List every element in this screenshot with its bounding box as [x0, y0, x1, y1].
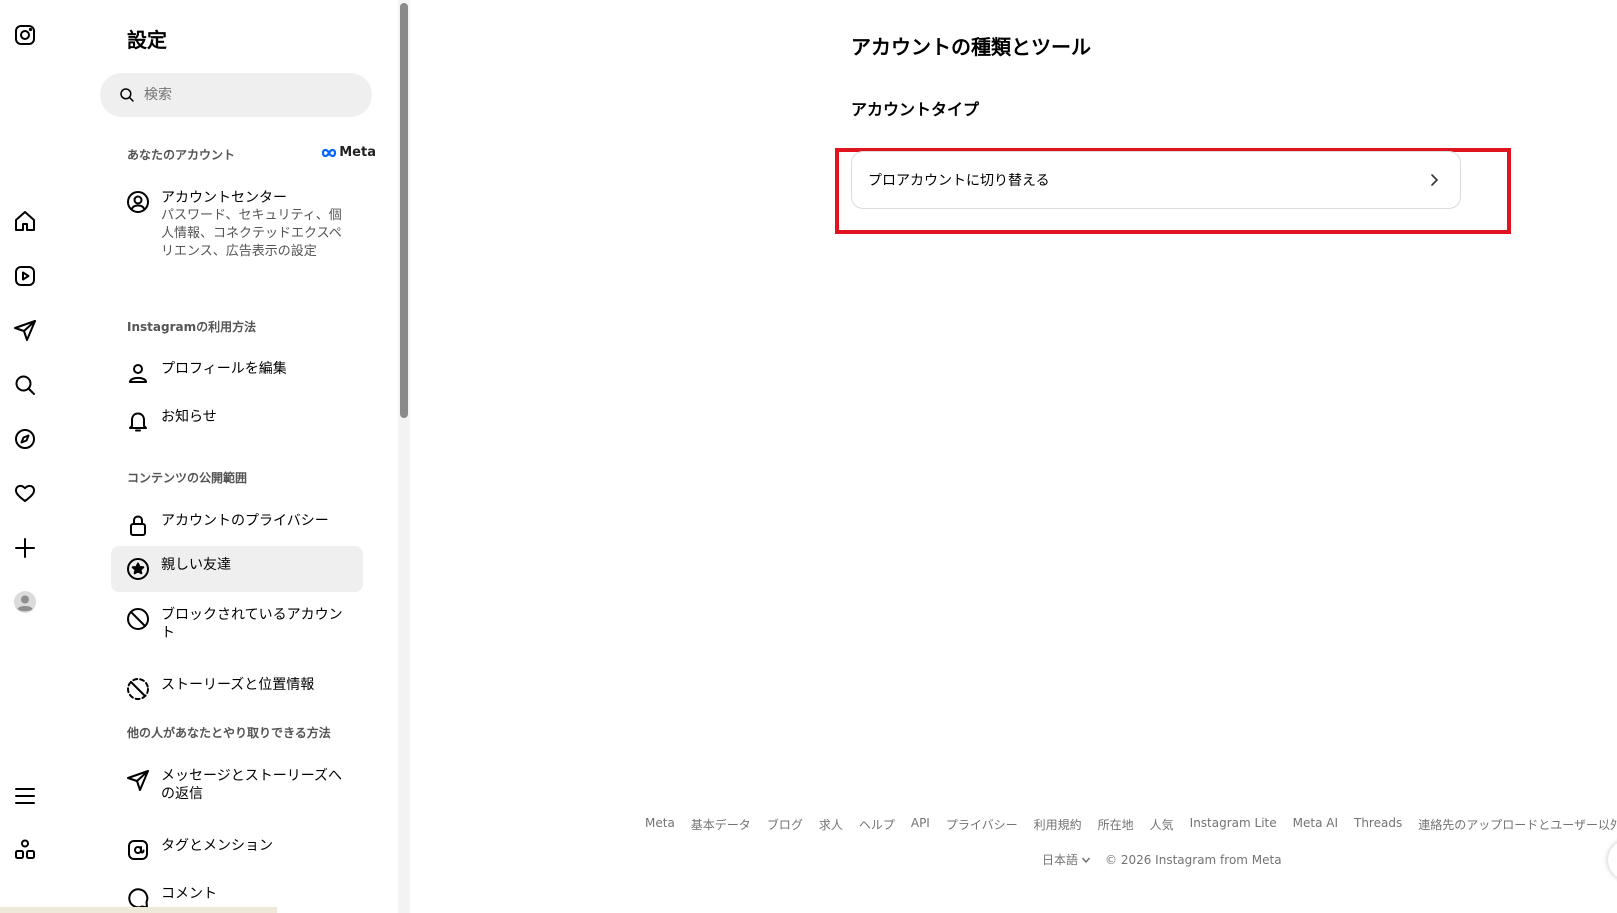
footer-link[interactable]: Instagram Lite: [1190, 816, 1277, 833]
footer-link[interactable]: 利用規約: [1034, 816, 1082, 833]
sidebar-item-close-friends[interactable]: 親しい友達: [111, 546, 363, 592]
messages-replies-label: メッセージとストーリーズへの返信: [161, 768, 343, 802]
settings-sidebar: 設定 あなたのアカウント Meta アカウントセンター パスワード、セキュリティ…: [100, 0, 400, 913]
switch-to-pro-label: プロアカウントに切り替える: [868, 173, 1050, 189]
section-how-use: Instagramの利用方法: [127, 320, 257, 334]
footer-link[interactable]: API: [911, 816, 930, 833]
footer-bottom: 日本語 © 2026 Instagram from Meta: [1042, 851, 1282, 868]
footer-links: Meta 基本データ ブログ 求人 ヘルプ API プライバシー 利用規約 所在…: [645, 816, 1617, 833]
floating-messages-button[interactable]: [1608, 840, 1617, 880]
comments-label: コメント: [161, 886, 217, 902]
sidebar-scrollbar[interactable]: [398, 0, 410, 913]
chevron-right-icon: [1431, 174, 1439, 186]
search-icon: [120, 88, 134, 102]
heart-icon[interactable]: [12, 480, 38, 506]
page-title: アカウントの種類とツール: [851, 35, 1091, 59]
apps-icon[interactable]: [12, 837, 38, 863]
meta-infinity-icon: [322, 148, 337, 157]
explore-icon[interactable]: [12, 426, 38, 452]
nav-rail: [0, 0, 50, 913]
menu-icon[interactable]: [12, 783, 38, 809]
copyright: © 2026 Instagram from Meta: [1105, 852, 1282, 867]
lock-icon: [125, 512, 151, 538]
story-location-label: ストーリーズと位置情報: [161, 677, 315, 693]
footer-link[interactable]: 人気: [1150, 816, 1174, 833]
meta-logo: Meta: [321, 145, 376, 160]
section-account-type: アカウントタイプ: [851, 100, 980, 119]
sidebar-item-account-privacy[interactable]: アカウントのプライバシー: [111, 502, 363, 548]
footer-link[interactable]: 求人: [819, 816, 843, 833]
star-circle-icon: [125, 556, 151, 582]
chevron-down-icon: [1081, 857, 1091, 863]
footer-link[interactable]: ブログ: [767, 816, 803, 833]
block-icon: [125, 606, 151, 632]
blocked-label: ブロックされているアカウント: [161, 607, 343, 641]
notifications-label: お知らせ: [161, 409, 217, 425]
section-your-account: あなたのアカウント: [127, 148, 236, 162]
home-icon[interactable]: [12, 208, 38, 234]
person-icon: [125, 360, 151, 386]
account-circle-icon: [125, 189, 151, 215]
language-selector[interactable]: 日本語: [1042, 851, 1091, 868]
sidebar-item-messages-replies[interactable]: メッセージとストーリーズへの返信: [111, 757, 363, 813]
create-plus-icon[interactable]: [12, 535, 38, 561]
accounts-center-label: アカウントセンター: [161, 190, 287, 206]
bottom-banner-strip: [0, 907, 277, 913]
close-friends-label: 親しい友達: [161, 557, 231, 573]
footer-link[interactable]: プライバシー: [946, 816, 1018, 833]
sidebar-item-notifications[interactable]: お知らせ: [111, 398, 363, 444]
footer-link[interactable]: 所在地: [1098, 816, 1134, 833]
section-content-visibility: コンテンツの公開範囲: [127, 471, 248, 485]
messages-icon: [125, 767, 151, 793]
settings-title: 設定: [127, 28, 167, 52]
footer-link[interactable]: ヘルプ: [859, 816, 895, 833]
switch-to-pro-button[interactable]: プロアカウントに切り替える: [851, 151, 1461, 209]
story-off-icon: [125, 676, 151, 702]
reels-icon[interactable]: [12, 263, 38, 289]
sidebar-item-edit-profile[interactable]: プロフィールを編集: [111, 350, 363, 396]
tags-mentions-label: タグとメンション: [161, 838, 273, 854]
account-privacy-label: アカウントのプライバシー: [161, 513, 329, 529]
sidebar-item-story-location[interactable]: ストーリーズと位置情報: [111, 666, 363, 712]
section-how-others: 他の人があなたとやり取りできる方法: [127, 726, 331, 740]
settings-search-input[interactable]: [144, 87, 344, 103]
scrollbar-thumb[interactable]: [400, 3, 408, 418]
messages-icon[interactable]: [12, 317, 38, 343]
accounts-center-description: パスワード、セキュリティ、個人情報、コネクテッドエクスペリエンス、広告表示の設定: [161, 208, 342, 259]
footer-link[interactable]: Meta AI: [1293, 816, 1338, 833]
meta-label: Meta: [339, 145, 376, 160]
sidebar-item-tags-mentions[interactable]: タグとメンション: [111, 827, 363, 873]
search-icon[interactable]: [12, 372, 38, 398]
footer-link[interactable]: 基本データ: [691, 816, 751, 833]
profile-avatar[interactable]: [12, 589, 38, 615]
at-sign-icon: [125, 837, 151, 863]
edit-profile-label: プロフィールを編集: [161, 361, 287, 377]
main-content: アカウントの種類とツール アカウントタイプ プロアカウントに切り替える Meta…: [412, 0, 1617, 913]
settings-search[interactable]: [100, 73, 372, 117]
bell-icon: [125, 408, 151, 434]
instagram-logo-icon[interactable]: [12, 22, 38, 48]
footer-link[interactable]: Meta: [645, 816, 675, 833]
language-label: 日本語: [1042, 853, 1079, 867]
footer-link[interactable]: Threads: [1354, 816, 1402, 833]
footer-link[interactable]: 連絡先のアップロードとユーザー以外: [1418, 816, 1617, 833]
sidebar-item-blocked[interactable]: ブロックされているアカウント: [111, 596, 363, 652]
sidebar-item-accounts-center[interactable]: アカウントセンター パスワード、セキュリティ、個人情報、コネクテッドエクスペリエ…: [111, 179, 363, 271]
